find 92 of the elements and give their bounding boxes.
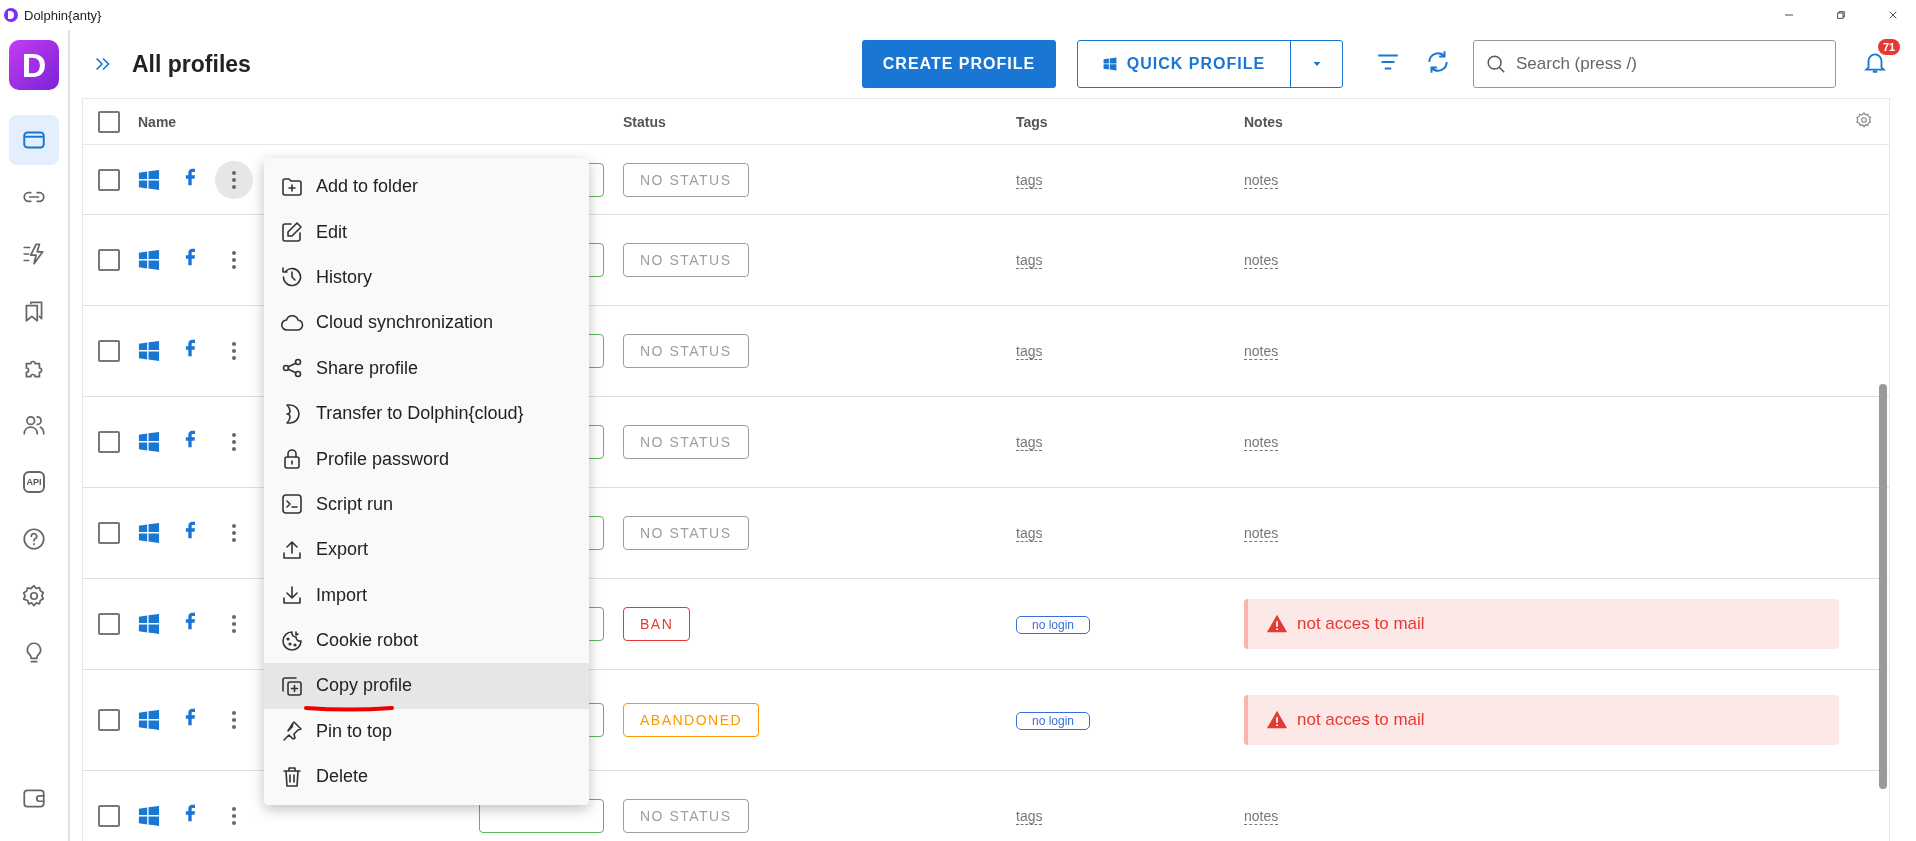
more-icon bbox=[231, 432, 237, 452]
tags-placeholder[interactable]: tags bbox=[1016, 525, 1043, 542]
copy-icon bbox=[280, 674, 304, 698]
menu-item[interactable]: Cloud synchronization bbox=[264, 300, 589, 346]
row-checkbox[interactable] bbox=[98, 249, 120, 271]
warning-icon bbox=[1265, 709, 1289, 731]
window-title: Dolphin{anty} bbox=[24, 7, 102, 23]
menu-item[interactable]: Add to folder bbox=[264, 164, 589, 210]
settings-icon bbox=[21, 583, 47, 609]
status-badge: BAN bbox=[623, 607, 691, 641]
windows-icon bbox=[138, 613, 160, 635]
notes-placeholder[interactable]: notes bbox=[1244, 171, 1279, 189]
menu-item[interactable]: Pin to top bbox=[264, 708, 589, 755]
status-badge: NO STATUS bbox=[623, 334, 749, 368]
app-logo: D bbox=[9, 40, 59, 90]
notes-placeholder[interactable]: notes bbox=[1244, 525, 1279, 542]
menu-item[interactable]: Copy profile bbox=[264, 663, 589, 709]
notes-placeholder[interactable]: notes bbox=[1244, 343, 1279, 360]
more-icon bbox=[231, 250, 237, 270]
page-title: All profiles bbox=[132, 50, 252, 78]
row-checkbox[interactable] bbox=[98, 431, 120, 453]
status-badge: ABANDONED bbox=[623, 703, 760, 737]
status-badge: NO STATUS bbox=[623, 243, 749, 277]
settings-icon[interactable] bbox=[1855, 111, 1873, 129]
tags-placeholder[interactable]: tags bbox=[1016, 343, 1043, 360]
tags-placeholder[interactable]: tags bbox=[1016, 434, 1043, 451]
windows-icon bbox=[138, 522, 160, 544]
more-icon bbox=[231, 169, 237, 190]
menu-item[interactable]: Edit bbox=[264, 209, 589, 255]
menu-item[interactable]: Transfer to Dolphin{cloud} bbox=[264, 390, 589, 437]
row-checkbox[interactable] bbox=[98, 709, 120, 731]
tag-chip[interactable]: no login bbox=[1016, 616, 1091, 634]
sidebar-item[interactable]: API bbox=[9, 457, 59, 507]
select-all-checkbox[interactable] bbox=[98, 110, 120, 133]
cookie-icon bbox=[280, 628, 304, 653]
status-badge: NO STATUS bbox=[623, 516, 749, 550]
note-text: not acces to mail bbox=[1297, 710, 1425, 730]
menu-item[interactable]: Script run bbox=[264, 481, 589, 528]
more-icon bbox=[231, 710, 237, 730]
menu-item[interactable]: Profile password bbox=[264, 436, 589, 482]
row-checkbox[interactable] bbox=[98, 340, 120, 362]
sidebar-item[interactable] bbox=[9, 115, 59, 165]
menu-item[interactable]: Export bbox=[264, 527, 589, 573]
windows-icon bbox=[138, 431, 160, 453]
status-badge: NO STATUS bbox=[623, 162, 749, 197]
column-header: Status bbox=[623, 113, 667, 130]
terminal-icon bbox=[280, 492, 304, 517]
trash-icon bbox=[280, 764, 304, 789]
more-button[interactable] bbox=[215, 160, 253, 199]
tags-placeholder[interactable]: tags bbox=[1016, 808, 1043, 825]
notes-placeholder[interactable]: notes bbox=[1244, 808, 1279, 825]
status-badge: NO STATUS bbox=[623, 799, 749, 833]
help-icon bbox=[21, 526, 47, 552]
menu-item[interactable]: Share profile bbox=[264, 345, 589, 391]
row-checkbox[interactable] bbox=[98, 613, 120, 635]
status-badge: NO STATUS bbox=[623, 425, 749, 459]
more-icon bbox=[231, 806, 237, 826]
refresh-icon[interactable] bbox=[1425, 49, 1451, 75]
more-icon bbox=[231, 523, 237, 543]
tags-placeholder[interactable]: tags bbox=[1016, 171, 1043, 189]
menu-item[interactable]: Import bbox=[264, 572, 589, 618]
app-icon bbox=[4, 8, 18, 22]
search-icon bbox=[1485, 53, 1507, 75]
notes-placeholder[interactable]: notes bbox=[1244, 252, 1279, 269]
more-icon bbox=[231, 341, 237, 361]
windows-icon bbox=[138, 168, 160, 191]
note-text: not acces to mail bbox=[1297, 614, 1425, 634]
menu-item[interactable]: Delete bbox=[264, 754, 589, 800]
notes-placeholder[interactable]: notes bbox=[1244, 434, 1279, 451]
windows-icon bbox=[138, 340, 160, 362]
row-checkbox[interactable] bbox=[98, 168, 120, 191]
column-header: Name bbox=[138, 113, 178, 130]
edit-icon bbox=[280, 220, 304, 245]
menu-item[interactable]: History bbox=[264, 254, 589, 301]
search-field[interactable]: Search (press /) bbox=[1473, 40, 1836, 88]
windows-icon bbox=[1102, 57, 1117, 71]
notification-badge: 71 bbox=[1878, 39, 1901, 55]
windows-icon bbox=[138, 709, 160, 731]
column-header: Notes bbox=[1244, 113, 1284, 130]
create-profile-button[interactable]: CREATE PROFILE bbox=[862, 40, 1056, 88]
row-checkbox[interactable] bbox=[98, 805, 120, 827]
tags-placeholder[interactable]: tags bbox=[1016, 252, 1043, 269]
windows-icon bbox=[138, 805, 160, 827]
warning-icon bbox=[1265, 613, 1289, 635]
menu-item[interactable]: Cookie robot bbox=[264, 617, 589, 664]
tag-chip[interactable]: no login bbox=[1016, 712, 1091, 730]
windows-icon bbox=[138, 249, 160, 271]
more-icon bbox=[231, 614, 237, 634]
scrollbar-thumb[interactable] bbox=[1879, 384, 1887, 789]
row-checkbox[interactable] bbox=[98, 522, 120, 544]
column-header: Tags bbox=[1016, 113, 1049, 130]
pin-icon bbox=[280, 719, 304, 744]
